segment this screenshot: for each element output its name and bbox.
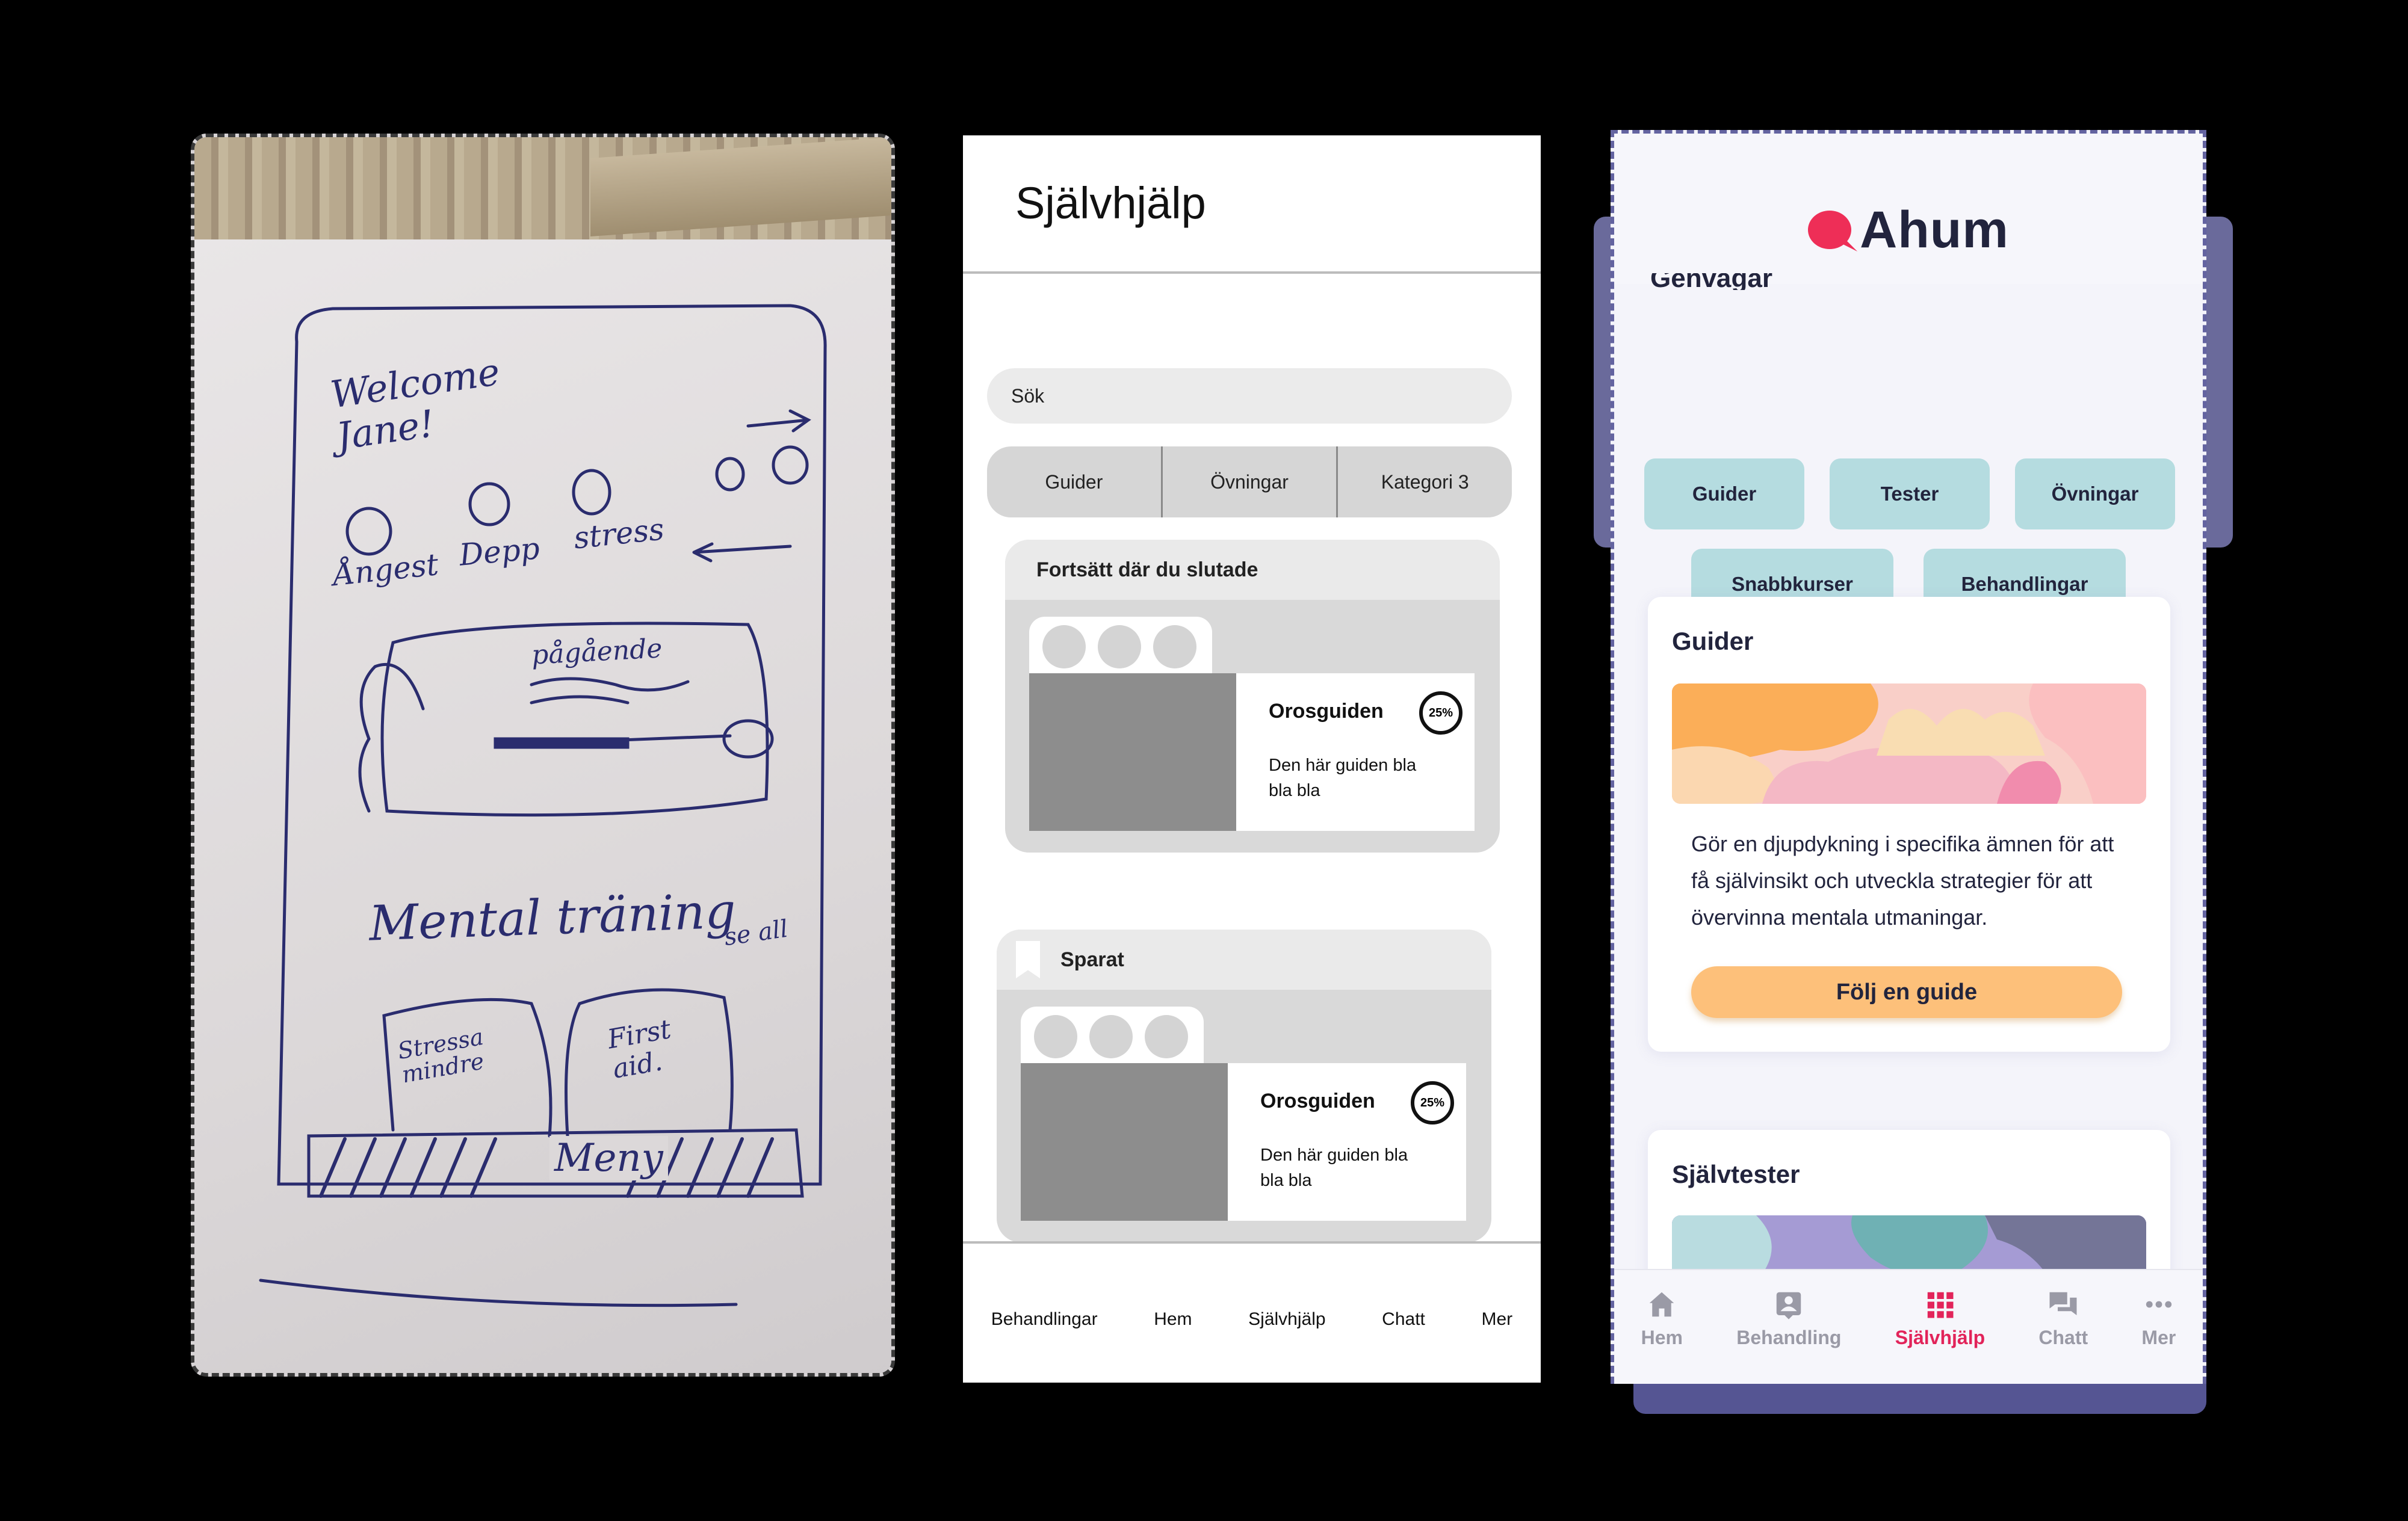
guides-illustration [1672, 683, 2146, 804]
dot [1042, 625, 1086, 668]
shortcut-guider[interactable]: Guider [1644, 458, 1804, 529]
dot [1089, 1015, 1133, 1058]
nav-hem[interactable]: Hem [1154, 1309, 1192, 1330]
tab-label: Chatt [2038, 1327, 2088, 1348]
saved-card-header: Sparat [997, 930, 1491, 990]
progress-badge: 25% [1411, 1081, 1454, 1125]
tab-sjalvhjalp[interactable]: Självhjälp [1895, 1288, 1985, 1349]
guide-item[interactable]: Orosguiden 25% Den här guiden bla bla bl… [1029, 673, 1475, 831]
tab-label: Hem [1641, 1327, 1683, 1348]
segment-guider[interactable]: Guider [987, 446, 1163, 517]
category-segmented-control: Guider Övningar Kategori 3 [987, 446, 1512, 517]
bookmark-icon [1016, 941, 1040, 978]
guide-item[interactable]: Orosguiden 25% Den här guiden bla bla bl… [1021, 1063, 1466, 1221]
tab-mer[interactable]: Mer [2141, 1288, 2176, 1349]
guide-description: Den här guiden bla bla bla [1269, 756, 1417, 800]
dots-strip [1029, 617, 1212, 677]
saved-card[interactable]: Sparat Orosguiden 25% Den här guiden bla… [997, 930, 1491, 1242]
progress-badge: 25% [1419, 691, 1462, 735]
tab-label: Självhjälp [1895, 1327, 1986, 1348]
tab-label: Behandling [1736, 1327, 1842, 1348]
grid-icon [1928, 1292, 1954, 1318]
self-tests-card-title: Självtester [1672, 1160, 1800, 1188]
guide-thumbnail [1021, 1063, 1228, 1221]
shortcuts-title: Genvägar [1650, 273, 1772, 290]
guide-description: Den här guiden bla bla bla [1260, 1146, 1408, 1190]
wireframe-screen: Självhjälp Sök Guider Övningar Kategori … [963, 135, 1541, 1383]
bottom-navigation: Behandlingar Hem Självhjälp Chatt Mer [963, 1241, 1541, 1383]
continue-card[interactable]: Fortsätt där du slutade Orosguiden 25% D… [1005, 540, 1500, 853]
dot [1098, 625, 1141, 668]
nav-chatt[interactable]: Chatt [1382, 1309, 1425, 1330]
shortcut-tester[interactable]: Tester [1830, 458, 1990, 529]
ahum-logo-icon [1808, 211, 1852, 249]
saved-card-title: Sparat [1060, 948, 1124, 971]
more-dots-icon [2146, 1301, 2172, 1308]
nav-behandlingar[interactable]: Behandlingar [991, 1309, 1098, 1330]
sketch-category-2: Depp [457, 531, 541, 573]
nav-sjalvhjalp[interactable]: Självhjälp [1248, 1309, 1325, 1330]
shortcut-ovningar[interactable]: Övningar [2015, 458, 2175, 529]
sketch-menu-label: Meny [549, 1136, 668, 1180]
page-title: Självhjälp [1015, 178, 1206, 228]
dot [1145, 1015, 1188, 1058]
dot [1034, 1015, 1077, 1058]
search-input[interactable]: Sök [987, 368, 1512, 424]
segment-kategori-3[interactable]: Kategori 3 [1338, 446, 1512, 517]
abstract-blob-illustration [1672, 683, 2146, 804]
ahum-logo-text: Ahum [1860, 200, 2009, 259]
contact-card-icon [1777, 1292, 1801, 1319]
dot [1153, 625, 1196, 668]
dots-strip [1021, 1007, 1204, 1067]
app-tab-bar: Hem Behandling Självhjälp Chatt Mer [1614, 1269, 2203, 1384]
tab-label: Mer [2141, 1327, 2176, 1348]
tab-chatt[interactable]: Chatt [2038, 1288, 2088, 1349]
app-header: Ahum [1614, 134, 2203, 284]
tab-behandling[interactable]: Behandling [1736, 1288, 1841, 1349]
header-divider [963, 271, 1541, 274]
sketch-photo: Welcome Jane! Ångest Depp stress pågåend… [191, 134, 895, 1377]
sketch-drawing [259, 304, 827, 1307]
continue-card-header: Fortsätt där du slutade [1005, 540, 1500, 600]
home-icon [1650, 1292, 1674, 1317]
nav-mer[interactable]: Mer [1481, 1309, 1512, 1330]
guide-thumbnail [1029, 673, 1236, 831]
guides-card: Guider Gör en djupdykning i specifika äm… [1648, 597, 2170, 1052]
segment-ovningar[interactable]: Övningar [1163, 446, 1339, 517]
follow-guide-button[interactable]: Följ en guide [1691, 966, 2122, 1018]
guides-card-description: Gör en djupdykning i specifika ämnen för… [1691, 831, 2114, 930]
chat-bubbles-icon [2049, 1292, 2077, 1315]
ahum-app-screen: Guider Tester Övningar Snabbkurser Behan… [1611, 130, 2206, 1384]
guides-card-title: Guider [1672, 627, 1754, 655]
tab-hem[interactable]: Hem [1641, 1288, 1683, 1349]
guide-title: Orosguiden [1269, 700, 1384, 723]
guide-title: Orosguiden [1260, 1090, 1375, 1112]
